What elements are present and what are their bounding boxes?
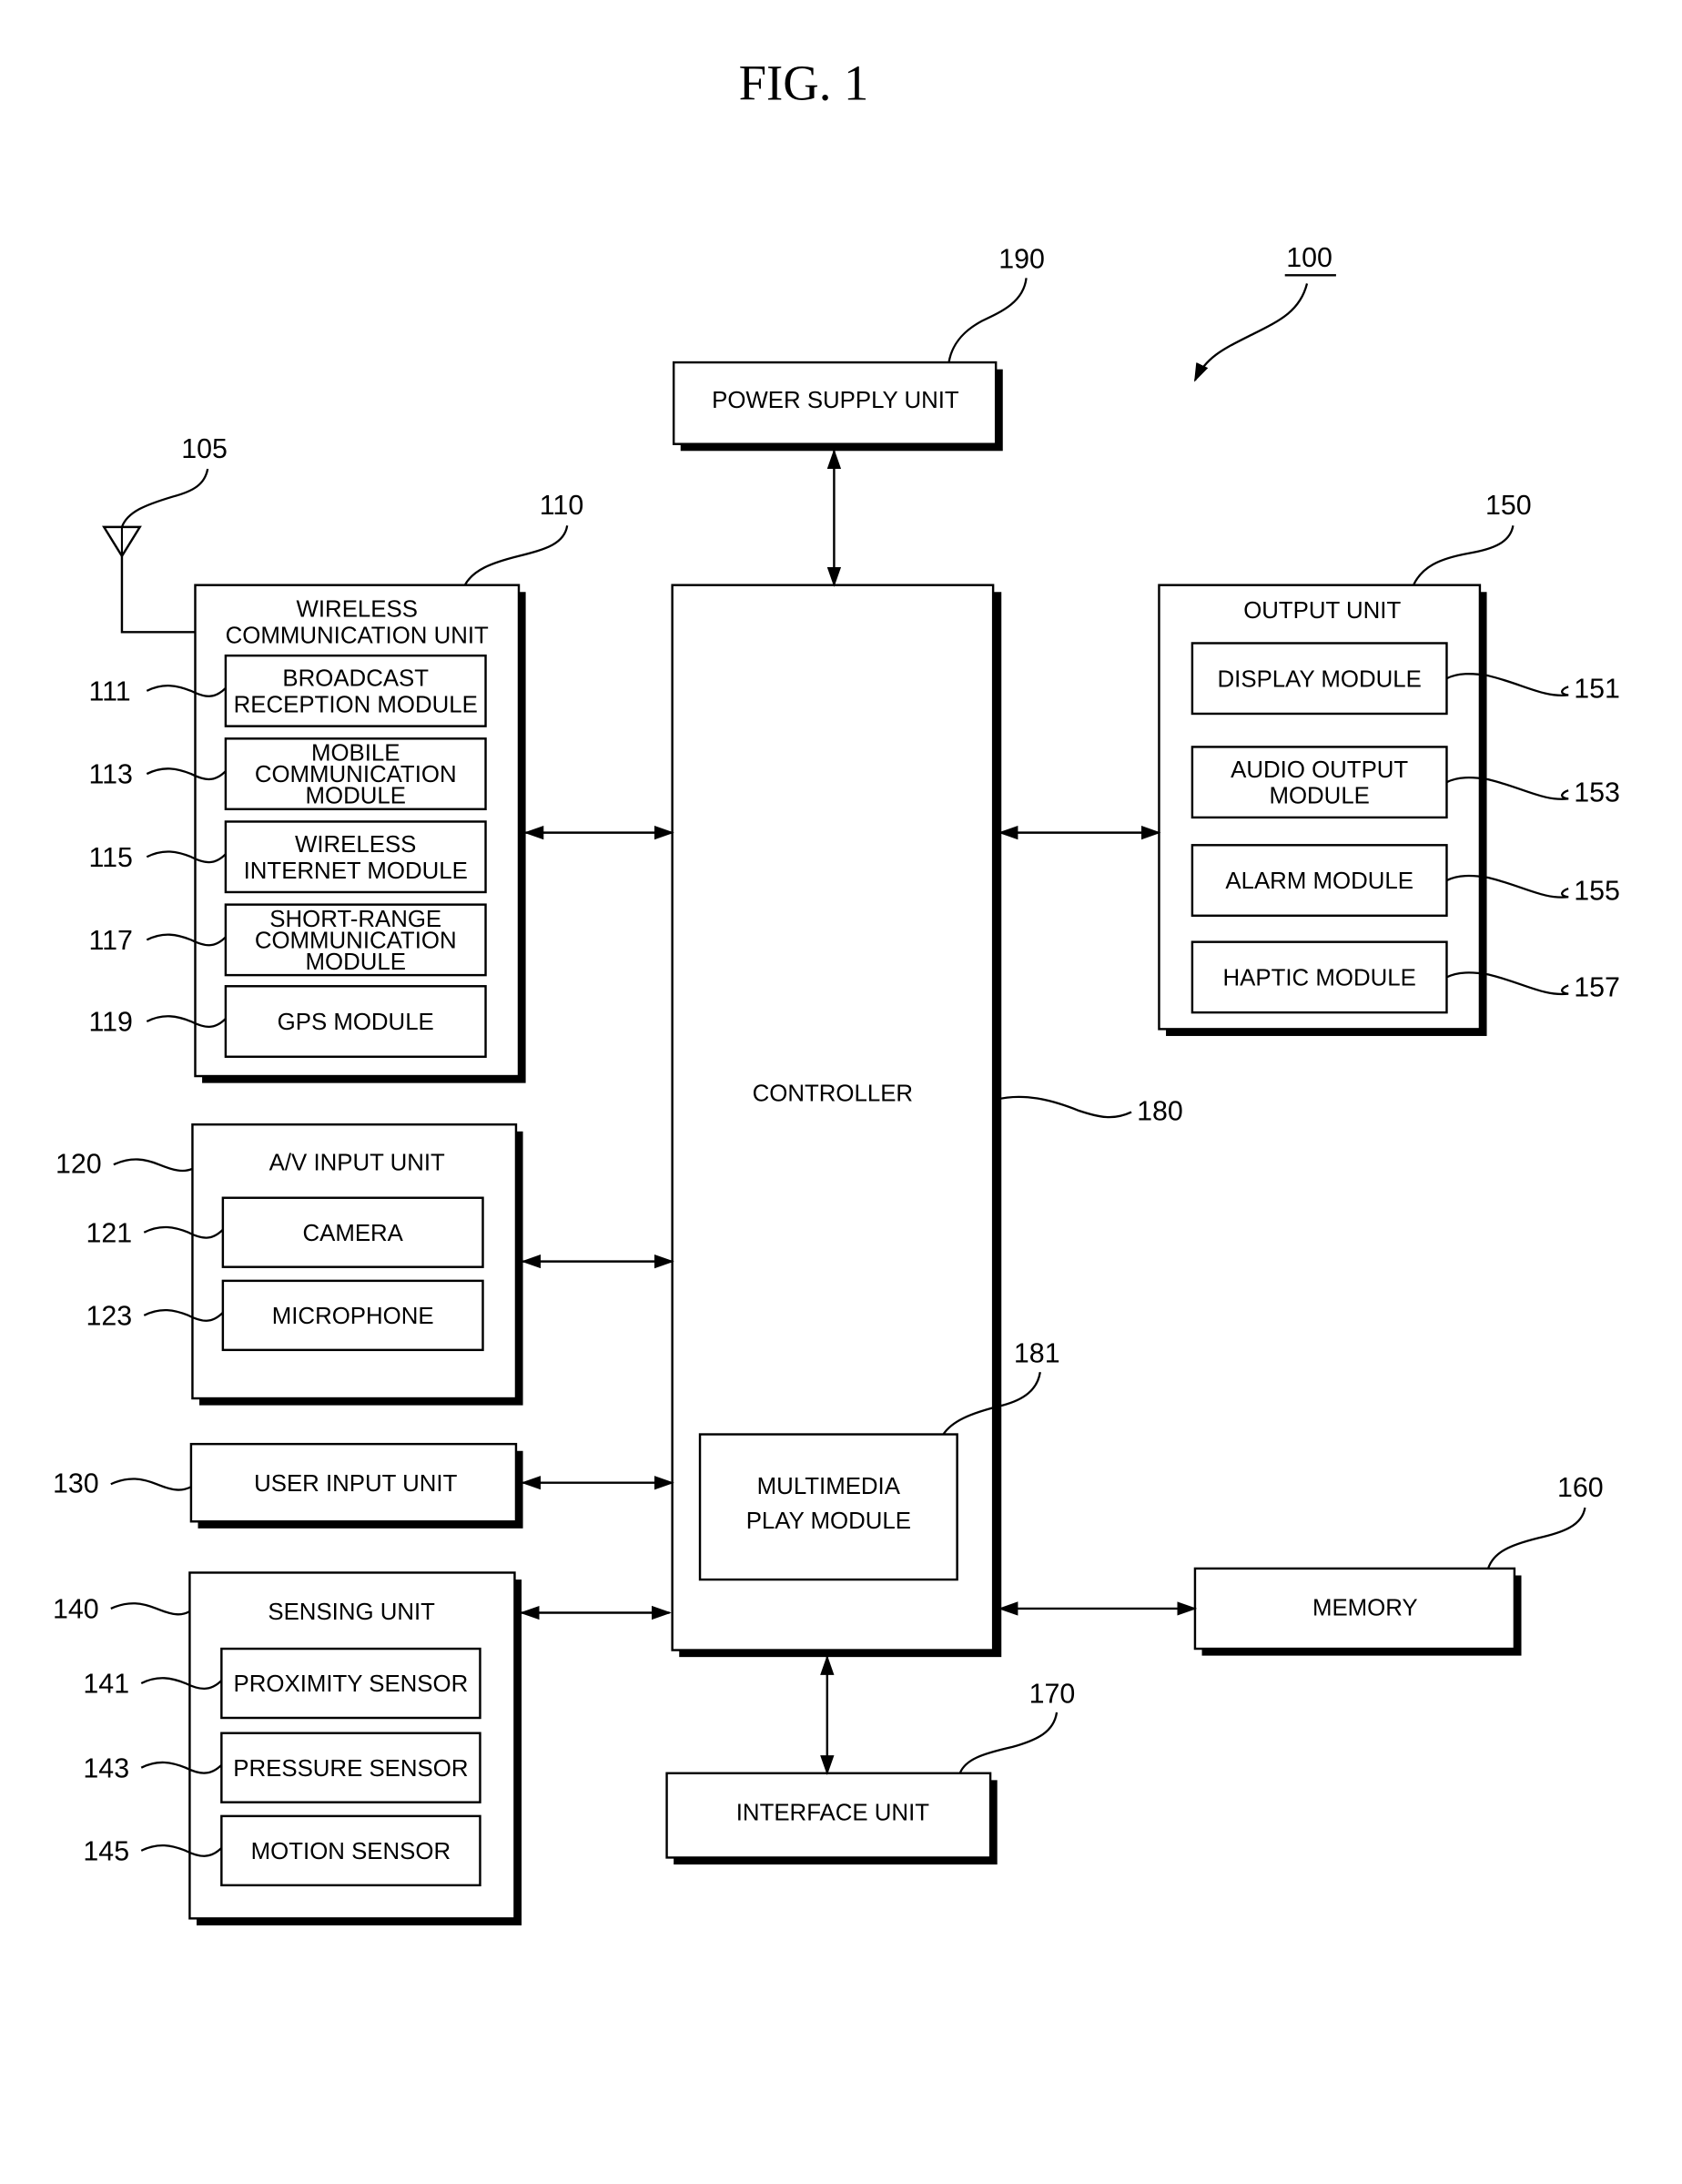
wireless-leader <box>463 525 569 586</box>
wireless-label-line-2: COMMUNICATION UNIT <box>226 623 489 648</box>
antenna-ref: 105 <box>181 433 228 464</box>
output-module-155: ALARM MODULE 155 <box>1191 844 1620 918</box>
output-unit: OUTPUT UNIT 150 DISPLAY MODULE 151 AUDIO O… <box>1158 490 1620 1036</box>
multimedia-label-line-1: MULTIMEDIA <box>757 1474 901 1499</box>
output-module-label: DISPLAY MODULE <box>1218 666 1422 692</box>
multimedia-play-module <box>698 1433 958 1581</box>
av-input-label: A/V INPUT UNIT <box>269 1150 445 1175</box>
antenna-connector <box>120 555 196 634</box>
sensing-label: SENSING UNIT <box>268 1600 435 1625</box>
wireless-module-label: WIRELESS <box>295 832 416 858</box>
memory-leader <box>1486 1507 1586 1569</box>
wireless-module-label: BROADCAST <box>282 666 429 692</box>
wireless-module-ref: 111 <box>88 676 130 707</box>
sensing-ref: 140 <box>53 1594 99 1625</box>
power-supply-leader <box>947 278 1028 363</box>
wireless-module-label: MODULE <box>306 784 406 809</box>
block-diagram: FIG. 1 100 POWER SUPPLY UNIT 190 CONTROL… <box>53 55 1620 1925</box>
interface-ref: 170 <box>1029 1678 1076 1709</box>
wireless-module-ref: 119 <box>88 1007 132 1038</box>
wireless-label-line-1: WIRELESS <box>297 597 418 623</box>
sensing-module-ref: 143 <box>83 1752 129 1783</box>
interface-label: INTERFACE UNIT <box>736 1800 929 1825</box>
av-module-label: MICROPHONE <box>272 1304 434 1329</box>
output-module-ref: 155 <box>1574 875 1620 906</box>
wireless-module-label: MODULE <box>306 950 406 975</box>
output-module-151: DISPLAY MODULE 151 <box>1191 642 1620 716</box>
antenna-leader <box>120 468 209 528</box>
controller-leader <box>995 1095 1132 1119</box>
av-module-ref: 121 <box>86 1217 132 1248</box>
av-module-ref: 123 <box>86 1301 132 1332</box>
wireless-module-ref: 115 <box>88 842 132 873</box>
output-leader <box>1412 525 1515 586</box>
output-module-153: AUDIO OUTPUTMODULE 153 <box>1191 746 1620 819</box>
output-label: OUTPUT UNIT <box>1243 598 1401 624</box>
sensing-module-label: PRESSURE SENSOR <box>233 1756 468 1782</box>
controller: CONTROLLER 180 MULTIMEDIA PLAY MODULE 18… <box>671 584 1183 1658</box>
output-module-label: MODULE <box>1269 784 1369 809</box>
wireless-module-113: MOBILECOMMUNICATIONMODULE113 <box>88 737 487 811</box>
av-module-121: CAMERA 121 <box>86 1196 484 1268</box>
wireless-module-117: SHORT-RANGECOMMUNICATIONMODULE117 <box>88 903 487 977</box>
sensing-module-145: MOTION SENSOR 145 <box>83 1814 481 1887</box>
av-module-label: CAMERA <box>302 1221 403 1246</box>
av-input-ref: 120 <box>56 1148 102 1179</box>
wireless-communication-unit: WIRELESS COMMUNICATION UNIT 110 BROADCAS… <box>88 490 583 1083</box>
av-module-123: MICROPHONE 123 <box>86 1279 484 1352</box>
sensing-module-label: PROXIMITY SENSOR <box>234 1671 469 1697</box>
output-module-label: HAPTIC MODULE <box>1223 966 1416 991</box>
output-ref: 150 <box>1485 490 1532 521</box>
user-input-ref: 130 <box>53 1468 99 1498</box>
av-input-leader <box>113 1158 193 1173</box>
memory-label: MEMORY <box>1312 1596 1418 1621</box>
interface-unit: INTERFACE UNIT 170 <box>665 1678 1076 1865</box>
sensing-module-label: MOTION SENSOR <box>251 1839 451 1864</box>
memory-ref: 160 <box>1557 1472 1604 1503</box>
sensing-leader <box>110 1602 190 1616</box>
memory: MEMORY 160 <box>1193 1472 1604 1656</box>
device-ref-arrow <box>1193 283 1309 382</box>
wireless-module-119: GPS MODULE 119 <box>88 985 487 1058</box>
output-module-label: AUDIO OUTPUT <box>1231 757 1408 783</box>
wireless-module-label: RECEPTION MODULE <box>234 692 478 717</box>
wireless-module-label: GPS MODULE <box>278 1010 434 1035</box>
figure-title: FIG. 1 <box>739 55 869 110</box>
wireless-module-ref: 113 <box>88 759 132 790</box>
power-supply-ref: 190 <box>998 244 1045 275</box>
power-supply-unit: POWER SUPPLY UNIT 190 <box>672 244 1045 452</box>
sensing-unit: SENSING UNIT 140 PROXIMITY SENSOR 141 PRES… <box>53 1571 522 1925</box>
wireless-module-ref: 117 <box>88 925 132 956</box>
output-module-label: ALARM MODULE <box>1225 869 1413 894</box>
wireless-module-115: WIRELESSINTERNET MODULE 115 <box>88 820 487 894</box>
user-input-leader <box>110 1478 192 1491</box>
sensing-module-141: PROXIMITY SENSOR 141 <box>83 1647 481 1720</box>
device-ref-number: 100 <box>1286 242 1332 273</box>
output-module-ref: 153 <box>1574 777 1620 808</box>
sensing-module-143: PRESSURE SENSOR 143 <box>83 1732 481 1803</box>
multimedia-ref: 181 <box>1014 1338 1060 1369</box>
controller-ref: 180 <box>1137 1096 1183 1127</box>
sensing-module-ref: 145 <box>83 1835 129 1866</box>
controller-label: CONTROLLER <box>753 1081 913 1106</box>
output-module-157: HAPTIC MODULE 157 <box>1191 940 1620 1014</box>
interface-leader <box>958 1712 1059 1774</box>
wireless-module-label: INTERNET MODULE <box>244 858 468 884</box>
output-module-ref: 151 <box>1574 673 1620 704</box>
user-input-unit: USER INPUT UNIT 130 <box>53 1442 523 1529</box>
multimedia-label-line-2: PLAY MODULE <box>746 1508 911 1534</box>
wireless-module-111: BROADCASTRECEPTION MODULE 111 <box>88 654 487 727</box>
power-supply-label: POWER SUPPLY UNIT <box>712 388 959 413</box>
output-module-ref: 157 <box>1574 972 1620 1003</box>
sensing-module-ref: 141 <box>83 1669 129 1700</box>
av-input-unit: A/V INPUT UNIT 120 CAMERA 121 MICROPHONE 12… <box>56 1122 523 1406</box>
device-reference: 100 <box>1193 242 1336 382</box>
wireless-ref: 110 <box>540 490 583 521</box>
user-input-label: USER INPUT UNIT <box>254 1471 457 1497</box>
